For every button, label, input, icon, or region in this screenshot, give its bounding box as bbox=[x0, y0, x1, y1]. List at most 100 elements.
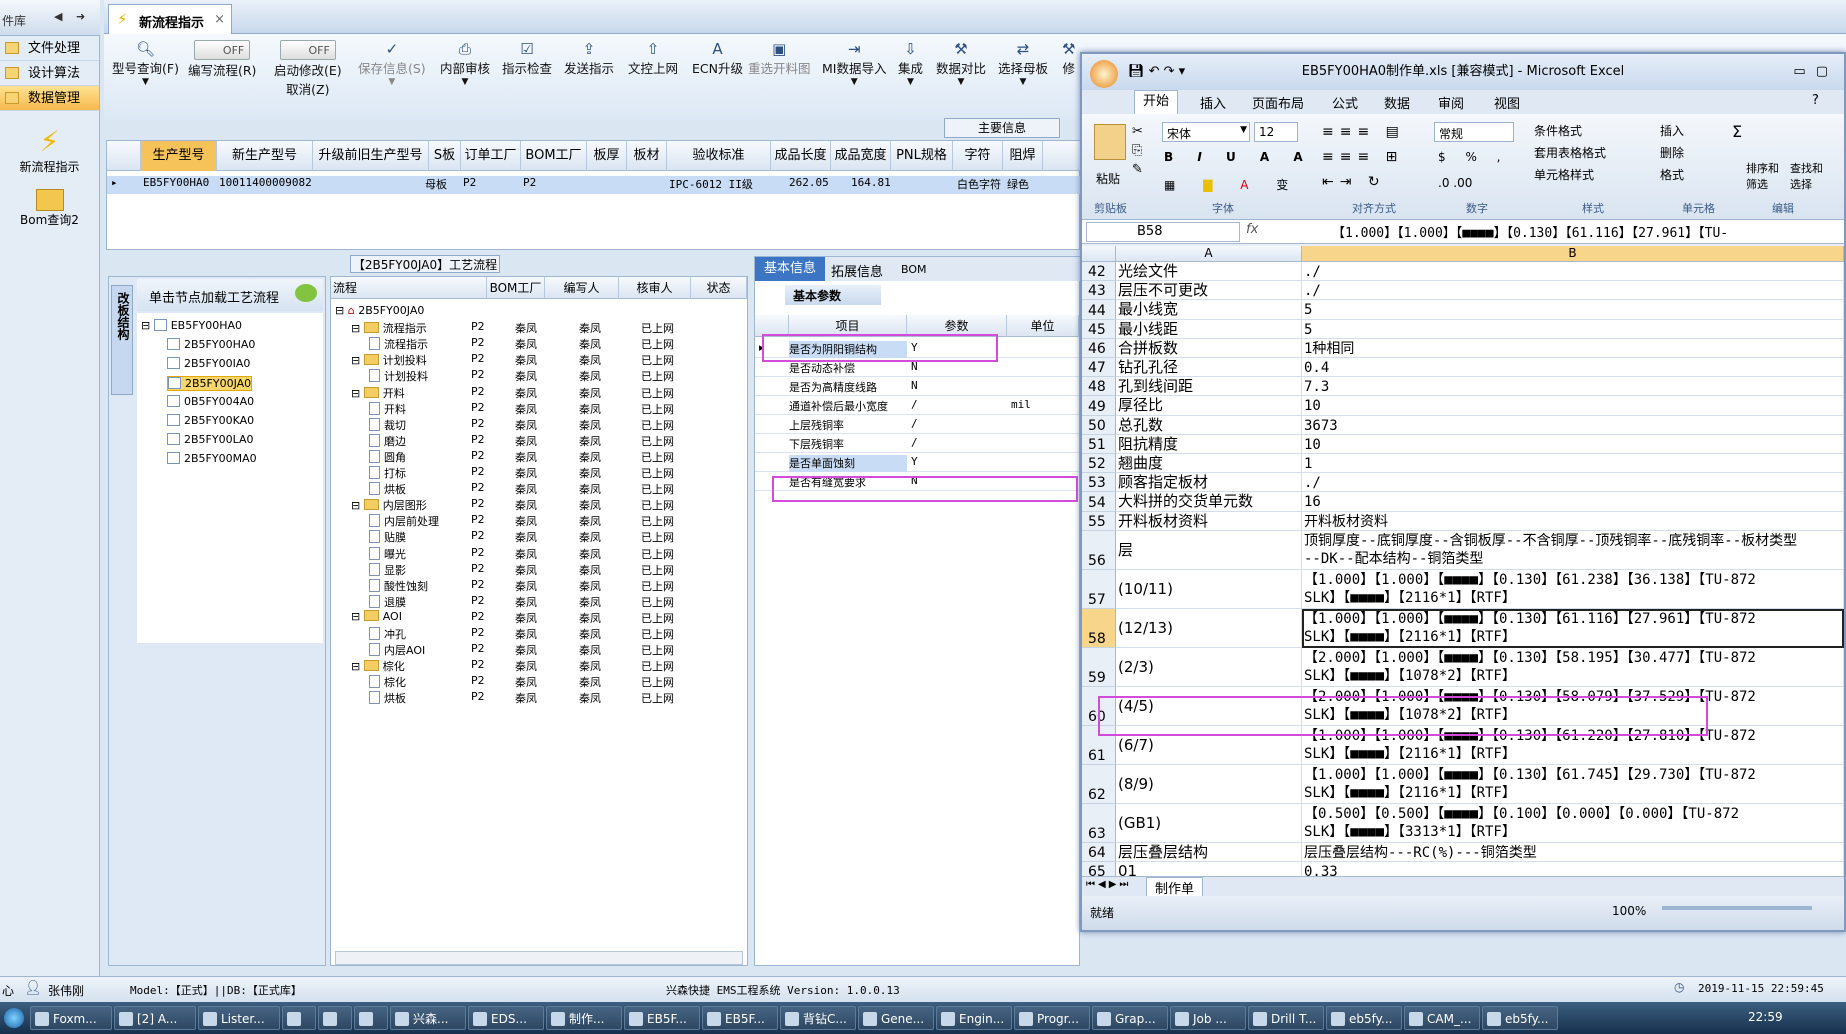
ribbon-tab-insert[interactable]: 插入 bbox=[1200, 93, 1226, 112]
taskbar-item[interactable]: Foxm... bbox=[30, 1006, 112, 1030]
cell-a[interactable]: 厚径比 bbox=[1116, 396, 1302, 416]
cell-b[interactable]: 0.33 bbox=[1302, 862, 1844, 876]
check-button[interactable]: ☑ 指示检查 bbox=[502, 40, 552, 77]
cell-a[interactable]: 层 bbox=[1116, 530, 1302, 570]
row-header[interactable]: 43 bbox=[1082, 281, 1116, 301]
row-header[interactable]: 48 bbox=[1082, 377, 1116, 397]
start-modify-toggle[interactable]: OFF 启动修改(E) 取消(Z) bbox=[274, 40, 342, 98]
cell-a[interactable]: (10/11) bbox=[1116, 569, 1302, 609]
new-flow-button[interactable]: ⚡ 新流程指示 bbox=[0, 125, 99, 175]
cell-b[interactable]: 16 bbox=[1302, 492, 1844, 512]
param-row[interactable]: 是否为高精度线路 N bbox=[755, 377, 1079, 396]
nav-item-algo[interactable]: 设计算法 bbox=[0, 61, 99, 86]
param-value[interactable]: / bbox=[911, 436, 918, 449]
insert-cell-button[interactable]: 插入 bbox=[1660, 122, 1684, 139]
repair-button[interactable]: ⚒ 修 bbox=[1062, 40, 1075, 77]
taskbar-item[interactable]: 背钻C... bbox=[780, 1006, 856, 1030]
cell-b[interactable]: 1种相同 bbox=[1302, 338, 1844, 358]
cell-a[interactable]: 层压不可更改 bbox=[1116, 281, 1302, 301]
flow-node[interactable]: ⊟ 开料 bbox=[351, 385, 405, 401]
bom-query-button[interactable]: Bom查询2 bbox=[0, 189, 99, 228]
flow-node[interactable]: 冲孔 bbox=[369, 626, 406, 642]
row-header[interactable]: 49 bbox=[1082, 396, 1116, 416]
cell-a[interactable]: 最小线距 bbox=[1116, 319, 1302, 339]
column-header-a[interactable]: A bbox=[1116, 246, 1302, 262]
ribbon-tab-layout[interactable]: 页面布局 bbox=[1252, 93, 1304, 112]
paste-icon[interactable] bbox=[1094, 124, 1126, 160]
tree-node[interactable]: 2B5FY00IA0 bbox=[167, 357, 250, 370]
flow-node[interactable]: 开料 bbox=[369, 401, 406, 417]
cell-a[interactable]: 最小线宽 bbox=[1116, 300, 1302, 320]
param-value[interactable]: Y bbox=[911, 455, 918, 468]
paste-button[interactable]: 粘贴 bbox=[1096, 170, 1120, 187]
flow-node[interactable]: 酸性蚀刻 bbox=[369, 578, 428, 594]
cell-b[interactable]: 【1.000】【1.000】【■■■■】【0.130】【61.116】【27.9… bbox=[1302, 608, 1844, 648]
save-info-button[interactable]: ✓ 保存信息(S) ▼ bbox=[358, 40, 426, 87]
row-header[interactable]: 45 bbox=[1082, 319, 1116, 339]
flow-node[interactable]: 打标 bbox=[369, 465, 406, 481]
tree-node[interactable]: 0B5FY004A0 bbox=[167, 395, 254, 408]
flow-node[interactable]: 裁切 bbox=[369, 417, 406, 433]
row-header[interactable]: 51 bbox=[1082, 434, 1116, 454]
taskbar-item[interactable]: Engin... bbox=[936, 1006, 1012, 1030]
cell-a[interactable]: 合拼板数 bbox=[1116, 338, 1302, 358]
taskbar-item[interactable]: Progr... bbox=[1014, 1006, 1090, 1030]
align-buttons[interactable]: ≡≡≡ ▤ ≡≡≡ ⊞ ⇤⇥ ↻ bbox=[1322, 120, 1405, 195]
number-buttons[interactable]: $ % , bbox=[1438, 150, 1508, 164]
cell-b[interactable]: 5 bbox=[1302, 300, 1844, 320]
cell-b[interactable]: 0.4 bbox=[1302, 358, 1844, 378]
table-row[interactable]: ▸ EB5FY00HA0 10011400009082 母板 P2 P2 IPC… bbox=[107, 176, 1081, 194]
tab-extend[interactable]: 拓展信息 bbox=[831, 261, 883, 280]
integrate-button[interactable]: ⇩ 集成 ▼ bbox=[898, 40, 923, 87]
flow-node[interactable]: 显影 bbox=[369, 562, 406, 578]
cell-b[interactable]: ./ bbox=[1302, 281, 1844, 301]
ecn-button[interactable]: A ECN升级 bbox=[692, 40, 743, 77]
sheet-tab-active[interactable]: 制作单 bbox=[1146, 877, 1204, 898]
find-select-button[interactable]: 查找和选择 bbox=[1790, 160, 1830, 192]
window-controls-icon[interactable]: ▭▢ bbox=[1793, 54, 1838, 90]
flow-node[interactable]: ⊟ 棕化 bbox=[351, 658, 405, 674]
taskbar-item[interactable]: EDS... bbox=[468, 1006, 544, 1030]
cell-a[interactable]: (GB1) bbox=[1116, 803, 1302, 843]
cell-a[interactable]: (8/9) bbox=[1116, 764, 1302, 804]
cell-a[interactable]: 大料拼的交货单元数 bbox=[1116, 492, 1302, 512]
cell-style-button[interactable]: 单元格样式 bbox=[1534, 166, 1594, 183]
cell-a[interactable]: 光绘文件 bbox=[1116, 262, 1302, 282]
sub-tab-basic[interactable]: 基本参数 bbox=[785, 285, 881, 305]
close-icon[interactable]: × bbox=[214, 12, 225, 27]
nav-item-data[interactable]: 数据管理 bbox=[0, 86, 99, 111]
font-select[interactable]: 宋体 ▼ bbox=[1162, 122, 1250, 142]
taskbar-item[interactable]: CAM_... bbox=[1404, 1006, 1480, 1030]
tree-node[interactable]: 2B5FY00HA0 bbox=[167, 338, 255, 351]
mi-import-button[interactable]: ⇥ MI数据导入 ▼ bbox=[822, 40, 886, 87]
param-row[interactable]: 下层残铜率 / bbox=[755, 434, 1079, 453]
row-header[interactable]: 42 bbox=[1082, 262, 1116, 282]
row-header[interactable]: 52 bbox=[1082, 454, 1116, 474]
flow-node[interactable]: 流程指示 bbox=[369, 336, 428, 352]
ribbon-tab-data[interactable]: 数据 bbox=[1384, 93, 1410, 112]
quick-access-icons[interactable]: 💾︎ ↶ ↷ ▾ bbox=[1128, 54, 1185, 90]
formula-input[interactable]: 【1.000】【1.000】【■■■■】【0.130】【61.116】【27.9… bbox=[1332, 222, 1728, 241]
font-style-buttons[interactable]: B I U A A bbox=[1164, 150, 1313, 164]
cond-format-button[interactable]: 条件格式 bbox=[1534, 122, 1582, 139]
tab-basic[interactable]: 基本信息 bbox=[755, 257, 825, 281]
cell-b[interactable]: 【0.500】【0.500】【■■■■】【0.100】【0.000】【0.000… bbox=[1302, 803, 1844, 843]
taskbar-item[interactable] bbox=[318, 1006, 352, 1030]
font-size-select[interactable]: 12 bbox=[1254, 122, 1298, 142]
flow-node[interactable]: ⊟ 流程指示 bbox=[351, 320, 427, 336]
office-button-icon[interactable] bbox=[1090, 60, 1118, 88]
tree-root[interactable]: ⊟ EB5FY00HA0 bbox=[141, 319, 242, 332]
compare-button[interactable]: ⚒ 数据对比 ▼ bbox=[936, 40, 986, 87]
flow-root[interactable]: ⊟ ⌂ 2B5FY00JA0 bbox=[335, 304, 424, 317]
ribbon-tab-view[interactable]: 视图 bbox=[1494, 93, 1520, 112]
cell-b[interactable]: 开料板材资料 bbox=[1302, 511, 1844, 531]
flow-node[interactable]: 贴膜 bbox=[369, 529, 406, 545]
flow-node[interactable]: 内层前处理 bbox=[369, 513, 439, 529]
flow-node[interactable]: ⊟ 计划投料 bbox=[351, 352, 427, 368]
model-query-button[interactable]: 🔍︎ 型号查询(F) ▼ bbox=[112, 40, 179, 87]
format-cell-button[interactable]: 格式 bbox=[1660, 166, 1684, 183]
send-button[interactable]: ⇪ 发送指示 bbox=[564, 40, 614, 77]
taskbar-item[interactable] bbox=[354, 1006, 388, 1030]
taskbar-item[interactable]: Job ... bbox=[1170, 1006, 1246, 1030]
border-fill-buttons[interactable]: ▦ ▇ A 变 bbox=[1164, 176, 1300, 193]
